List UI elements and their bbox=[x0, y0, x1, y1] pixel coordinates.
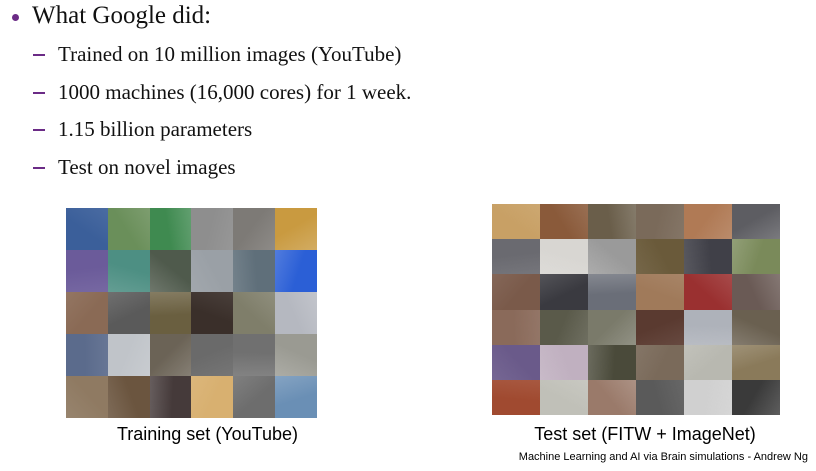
test-thumbnail bbox=[492, 204, 540, 240]
training-thumbnail bbox=[233, 250, 276, 292]
test-thumbnail bbox=[540, 309, 588, 345]
training-image-grid bbox=[66, 208, 317, 418]
training-thumbnail bbox=[275, 376, 317, 418]
test-thumbnail bbox=[492, 309, 540, 345]
test-thumbnail bbox=[684, 274, 732, 310]
training-thumbnail bbox=[107, 292, 150, 334]
sub-bullet-3: 1.15 billion parameters bbox=[33, 117, 252, 142]
training-thumbnail bbox=[233, 376, 276, 418]
training-caption: Training set (YouTube) bbox=[116, 424, 299, 444]
test-image-grid bbox=[492, 204, 780, 415]
training-thumbnail bbox=[66, 334, 108, 376]
slide-footer: Machine Learning and AI via Brain simula… bbox=[518, 451, 808, 463]
test-thumbnail bbox=[732, 274, 780, 310]
test-thumbnail bbox=[588, 204, 636, 240]
dash-icon bbox=[33, 91, 45, 94]
dash-icon bbox=[33, 166, 45, 169]
training-thumbnail bbox=[191, 208, 234, 250]
training-thumbnail bbox=[149, 334, 192, 376]
test-thumbnail bbox=[636, 239, 684, 275]
test-thumbnail bbox=[732, 344, 780, 380]
training-thumbnail bbox=[191, 334, 234, 376]
training-thumbnail bbox=[107, 376, 150, 418]
test-thumbnail bbox=[732, 204, 780, 240]
test-caption: Test set (FITW + ImageNet) bbox=[534, 424, 756, 444]
test-thumbnail bbox=[588, 239, 636, 275]
training-thumbnail bbox=[275, 292, 317, 334]
training-thumbnail bbox=[107, 334, 150, 376]
test-thumbnail bbox=[684, 204, 732, 240]
sub-bullet-4: Test on novel images bbox=[33, 155, 236, 180]
training-thumbnail bbox=[149, 250, 192, 292]
training-thumbnail bbox=[66, 250, 108, 292]
test-thumbnail bbox=[588, 344, 636, 380]
training-thumbnail bbox=[149, 292, 192, 334]
test-thumbnail bbox=[636, 379, 684, 415]
slide-heading: What Google did: bbox=[32, 2, 212, 29]
test-thumbnail bbox=[588, 274, 636, 310]
training-thumbnail bbox=[66, 208, 108, 250]
test-thumbnail bbox=[540, 379, 588, 415]
test-thumbnail bbox=[492, 344, 540, 380]
dash-icon bbox=[33, 53, 45, 56]
test-thumbnail bbox=[492, 239, 540, 275]
test-thumbnail bbox=[684, 309, 732, 345]
test-thumbnail bbox=[684, 379, 732, 415]
training-thumbnail bbox=[107, 208, 150, 250]
test-thumbnail bbox=[540, 344, 588, 380]
test-thumbnail bbox=[588, 379, 636, 415]
sub-bullet-text: Trained on 10 million images (YouTube) bbox=[58, 42, 402, 66]
bullet-dot bbox=[12, 13, 19, 21]
training-thumbnail bbox=[191, 376, 234, 418]
training-thumbnail bbox=[107, 250, 150, 292]
training-thumbnail bbox=[233, 208, 276, 250]
test-thumbnail bbox=[732, 239, 780, 275]
sub-bullet-text: 1.15 billion parameters bbox=[58, 117, 253, 141]
sub-bullet-2: 1000 machines (16,000 cores) for 1 week. bbox=[33, 80, 411, 105]
test-thumbnail bbox=[588, 309, 636, 345]
test-thumbnail bbox=[636, 274, 684, 310]
training-thumbnail bbox=[275, 250, 317, 292]
training-thumbnail bbox=[275, 334, 317, 376]
sub-bullet-text: Test on novel images bbox=[58, 155, 236, 179]
training-thumbnail bbox=[275, 208, 317, 250]
training-thumbnail bbox=[191, 250, 234, 292]
training-thumbnail bbox=[191, 292, 234, 334]
test-thumbnail bbox=[492, 274, 540, 310]
dash-icon bbox=[33, 128, 45, 131]
training-thumbnail bbox=[149, 208, 192, 250]
training-thumbnail bbox=[233, 292, 276, 334]
test-thumbnail bbox=[684, 239, 732, 275]
test-thumbnail bbox=[540, 204, 588, 240]
training-thumbnail bbox=[233, 334, 276, 376]
main-bullet: What Google did: bbox=[12, 2, 211, 30]
sub-bullet-text: 1000 machines (16,000 cores) for 1 week. bbox=[58, 80, 412, 104]
test-thumbnail bbox=[684, 344, 732, 380]
test-thumbnail bbox=[732, 379, 780, 415]
training-thumbnail bbox=[66, 376, 108, 418]
test-thumbnail bbox=[636, 344, 684, 380]
test-thumbnail bbox=[636, 204, 684, 240]
test-thumbnail bbox=[540, 274, 588, 310]
test-thumbnail bbox=[636, 309, 684, 345]
training-thumbnail bbox=[66, 292, 108, 334]
test-thumbnail bbox=[732, 309, 780, 345]
test-thumbnail bbox=[540, 239, 588, 275]
test-thumbnail bbox=[492, 379, 540, 415]
training-thumbnail bbox=[149, 376, 192, 418]
sub-bullet-1: Trained on 10 million images (YouTube) bbox=[33, 42, 401, 67]
